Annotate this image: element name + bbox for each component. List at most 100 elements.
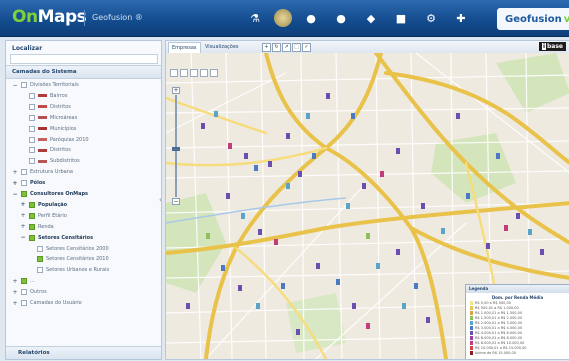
legend-label: R$ 10.000,01 a R$ 15.000,00 xyxy=(475,345,527,350)
zoom-slider-handle[interactable] xyxy=(172,147,180,151)
layer-checkbox[interactable] xyxy=(29,147,35,154)
draw-tool[interactable] xyxy=(210,69,218,77)
tab-visualizacoes[interactable]: Visualizações xyxy=(202,42,242,52)
layer-checkbox[interactable] xyxy=(21,191,27,197)
zoom-out-button[interactable]: − xyxy=(172,198,180,205)
expand-toggle-icon[interactable]: − xyxy=(20,234,26,241)
layer-tree-row[interactable]: + Outros xyxy=(12,288,47,296)
layer-checkbox[interactable] xyxy=(21,82,27,88)
reports-label: Relatórios xyxy=(18,350,50,356)
layer-tree-row[interactable]: Setores Censitários 2010 xyxy=(28,255,109,263)
layers-header[interactable]: Camadas do Sistema xyxy=(6,65,161,79)
layer-checkbox[interactable] xyxy=(21,180,27,187)
layer-checkbox[interactable] xyxy=(29,92,35,99)
layer-checkbox[interactable] xyxy=(21,169,27,176)
expand-toggle-icon[interactable]: + xyxy=(20,201,26,208)
reports-header[interactable]: Relatórios xyxy=(6,346,161,359)
layer-checkbox[interactable] xyxy=(21,300,27,306)
tab-empresas[interactable]: Empresas xyxy=(168,42,201,53)
layer-tree-row[interactable]: Setores Urbanos e Rurais xyxy=(28,266,109,274)
map-canvas[interactable]: + − Legenda Dom. por Renda Média R$ 0,00… xyxy=(166,53,569,359)
pin-icon[interactable]: ● xyxy=(330,9,352,27)
layer-label: Distritos xyxy=(50,103,71,110)
layer-checkbox[interactable] xyxy=(29,234,35,241)
layer-label: Municípios xyxy=(50,125,77,132)
onmaps-logo[interactable]: OnMaps xyxy=(12,7,87,27)
layer-tree-row[interactable]: + Pólos xyxy=(12,179,45,187)
geofusion-brand[interactable]: Geofusion v xyxy=(497,8,569,30)
legend-label: R$ 3.000,01 a R$ 4.000,00 xyxy=(475,325,523,330)
map-tools xyxy=(170,69,218,77)
layer-tree-row[interactable]: + Estrutura Urbana xyxy=(12,168,73,176)
layer-tree-row[interactable]: + Perfil Etário xyxy=(20,212,66,220)
layer-tree-row[interactable]: − Consultores OnMaps xyxy=(12,190,88,198)
check-icon[interactable]: ✓ xyxy=(302,43,311,52)
expand-toggle-icon[interactable]: + xyxy=(12,300,18,307)
layer-label: Outros xyxy=(30,289,47,296)
layer-tree-row[interactable]: Subdistritos xyxy=(20,157,80,165)
layer-checkbox[interactable] xyxy=(29,125,35,132)
expand-toggle-icon[interactable]: + xyxy=(20,212,26,219)
layer-tree-row[interactable]: + Camadas do Usuário xyxy=(12,299,82,307)
expand-toggle-icon[interactable]: + xyxy=(12,169,18,176)
layer-checkbox[interactable] xyxy=(29,114,35,121)
layer-tree-row[interactable]: + Renda xyxy=(20,223,53,231)
lock-icon[interactable]: ■ xyxy=(390,9,412,27)
globe-icon[interactable] xyxy=(274,9,292,27)
layer-tree-row[interactable]: +... xyxy=(12,277,34,285)
layers-icon[interactable]: ◆ xyxy=(360,9,382,27)
legend-label: Acima de R$ 15.000,00 xyxy=(475,350,516,355)
map-tabs: Empresas Visualizações + ↻ ↗ ⬚ ✓ i base xyxy=(166,41,569,53)
pin-icon[interactable]: ● xyxy=(300,9,322,27)
layer-tree-row[interactable]: + População xyxy=(20,201,67,209)
search-input[interactable] xyxy=(10,54,158,64)
expand-toggle-icon[interactable]: + xyxy=(12,180,18,187)
layer-tree-row[interactable]: − Setores Censitários xyxy=(20,234,93,242)
share-icon[interactable]: ↗ xyxy=(282,43,291,52)
layer-checkbox[interactable] xyxy=(37,245,43,252)
legend-label: R$ 0,00 a R$ 500,00 xyxy=(475,300,511,305)
zoom-track[interactable] xyxy=(175,95,177,197)
select-tool[interactable] xyxy=(180,69,188,77)
settings-icon[interactable]: ⚙ xyxy=(420,9,442,27)
pan-tool[interactable] xyxy=(170,69,178,77)
expand-toggle-icon[interactable]: − xyxy=(12,82,18,89)
zoom-in-button[interactable]: + xyxy=(172,87,180,94)
layer-tree-row[interactable]: − Divisões Territoriais xyxy=(12,81,78,89)
info-tool[interactable] xyxy=(200,69,208,77)
layer-checkbox[interactable] xyxy=(29,201,35,208)
add-icon[interactable]: + xyxy=(262,43,271,52)
layer-checkbox[interactable] xyxy=(29,223,35,230)
zoom-control: + − xyxy=(172,87,180,205)
save-icon[interactable]: ⬚ xyxy=(292,43,301,52)
expand-toggle-icon[interactable]: + xyxy=(12,289,18,296)
layer-checkbox[interactable] xyxy=(21,278,27,285)
layer-tree-row[interactable]: Microáreas xyxy=(20,114,77,122)
layer-tree-row[interactable]: Bairros xyxy=(20,92,67,100)
layer-tree-row[interactable]: Municípios xyxy=(20,125,76,133)
layer-label: Camadas do Usuário xyxy=(30,300,82,306)
layer-tree-row[interactable]: Paróquias 2010 xyxy=(20,136,89,144)
layer-checkbox[interactable] xyxy=(21,289,27,296)
layer-checkbox[interactable] xyxy=(29,136,35,143)
layers-header-label: Camadas do Sistema xyxy=(12,69,77,75)
expand-toggle-icon[interactable]: + xyxy=(12,278,18,285)
measure-tool[interactable] xyxy=(190,69,198,77)
layer-tree-row[interactable]: Distritos xyxy=(20,146,71,154)
legend-color-swatch xyxy=(470,300,473,305)
layer-checkbox[interactable] xyxy=(29,158,35,165)
layer-tree-row[interactable]: Setores Censitários 2000 xyxy=(28,245,109,253)
layer-checkbox[interactable] xyxy=(37,267,43,274)
layer-checkbox[interactable] xyxy=(29,103,35,110)
collapse-handle[interactable]: ‹ xyxy=(159,196,163,206)
refresh-icon[interactable]: ↻ xyxy=(272,43,281,52)
layer-tree-row[interactable]: Distritos xyxy=(20,103,71,111)
expand-toggle-icon[interactable]: + xyxy=(20,223,26,230)
expand-toggle-icon[interactable]: − xyxy=(12,191,18,198)
layer-checkbox[interactable] xyxy=(37,256,43,263)
flask-icon[interactable]: ⚗ xyxy=(244,9,266,27)
layer-checkbox[interactable] xyxy=(29,212,35,219)
logo-maps: Maps xyxy=(37,7,87,27)
arrow-icon[interactable]: ✚ xyxy=(450,9,472,27)
legend-row: Acima de R$ 15.000,00 xyxy=(466,350,569,355)
